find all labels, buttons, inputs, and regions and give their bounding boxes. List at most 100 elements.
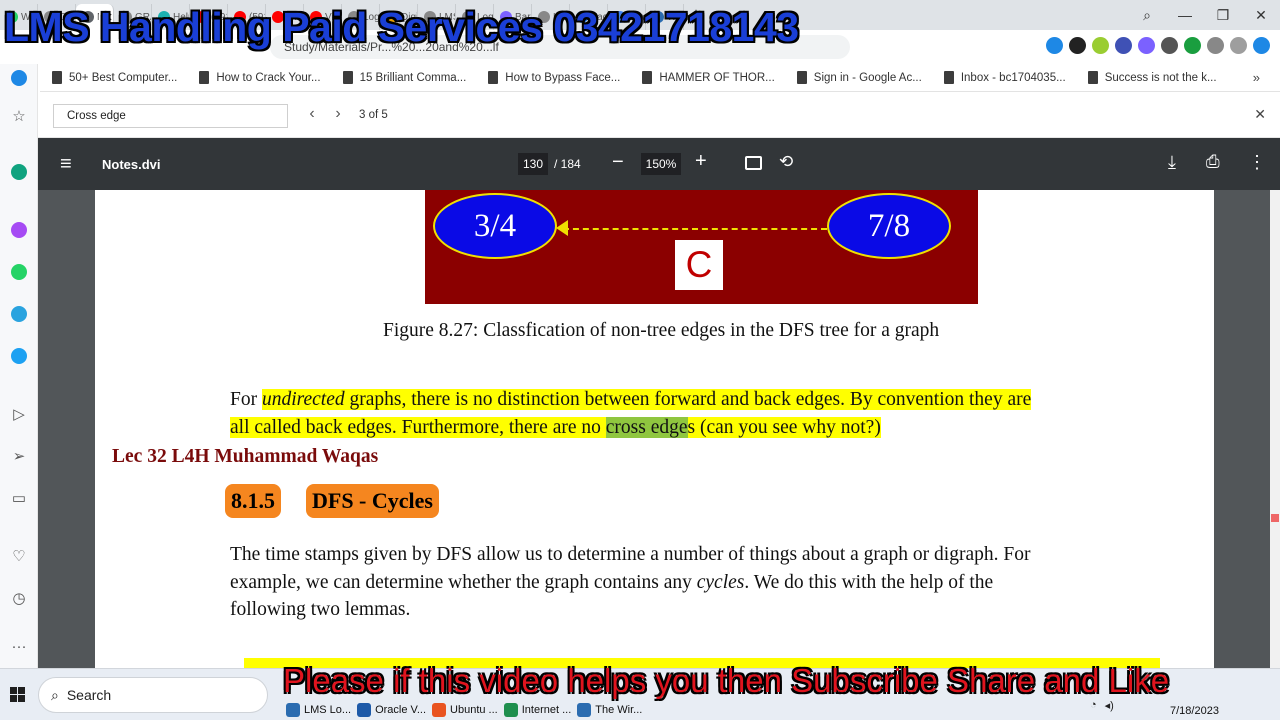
figure-caption: Figure 8.27: Classfication of non-tree e… bbox=[383, 320, 940, 341]
heart-icon[interactable]: ♡ bbox=[9, 546, 29, 566]
taskbar-app[interactable]: Internet ... bbox=[503, 703, 571, 717]
find-previous-button[interactable]: ‹ bbox=[302, 105, 322, 123]
bookmark-list: 50+ Best Computer... How to Crack Your...… bbox=[52, 71, 1217, 84]
wallet-icon[interactable]: ▭ bbox=[9, 488, 29, 508]
taskbar-app[interactable]: The Wir... bbox=[577, 703, 642, 717]
taskbar-apps: LMS Lo... Oracle V... Ubuntu ... Internet .… bbox=[286, 703, 642, 717]
extension-icon[interactable] bbox=[1115, 37, 1132, 54]
pdf-page: 3/4 7/8 C Figure 8.27: Classfication of … bbox=[95, 190, 1214, 668]
dfs-figure: 3/4 7/8 C bbox=[425, 190, 978, 304]
windows-start-icon[interactable] bbox=[10, 687, 25, 702]
text-run: s (can you see why not?) bbox=[687, 416, 881, 438]
paragraph-undirected: For undirected graphs, there is no disti… bbox=[230, 386, 1032, 442]
zoom-out-button[interactable]: − bbox=[612, 151, 624, 174]
minimize-button[interactable]: — bbox=[1166, 7, 1204, 23]
paragraph-line: following two lemmas. bbox=[230, 599, 411, 620]
taskbar-search[interactable]: ⌕ Search bbox=[38, 677, 268, 713]
fit-page-icon[interactable] bbox=[745, 156, 762, 170]
bookmark-label: How to Bypass Face... bbox=[505, 71, 621, 84]
app-icon bbox=[577, 703, 592, 717]
paragraph-line: For undirected graphs, there is no disti… bbox=[230, 386, 1032, 414]
find-input[interactable] bbox=[53, 104, 288, 128]
scroll-thumb[interactable] bbox=[1271, 514, 1279, 522]
extension-icon[interactable] bbox=[1184, 37, 1201, 54]
zoom-input[interactable]: 150% bbox=[641, 153, 681, 175]
zoom-in-button[interactable]: + bbox=[695, 150, 707, 173]
paragraph-line: all called back edges. Furthermore, ther… bbox=[230, 414, 1031, 442]
extension-icon[interactable] bbox=[1069, 37, 1086, 54]
puzzle-icon[interactable] bbox=[1207, 37, 1224, 54]
menu-icon[interactable]: ≡ bbox=[60, 154, 72, 174]
rotate-icon[interactable]: ⟲ bbox=[779, 152, 793, 172]
print-icon[interactable]: ⎙ bbox=[1206, 152, 1220, 172]
bookmark-item[interactable]: Success is not the k... bbox=[1087, 71, 1217, 84]
taskbar-app-label: LMS Lo... bbox=[304, 704, 352, 716]
telegram-icon[interactable] bbox=[9, 304, 29, 324]
find-close-button[interactable]: ✕ bbox=[1254, 106, 1266, 123]
messenger-icon[interactable] bbox=[9, 220, 29, 240]
taskbar-app[interactable]: Ubuntu ... bbox=[432, 703, 498, 717]
bookmark-item[interactable]: 50+ Best Computer... bbox=[52, 71, 177, 84]
page-total: / 184 bbox=[554, 157, 581, 171]
bookmark-label: Sign in - Google Ac... bbox=[813, 71, 922, 84]
find-bar: ‹ › 3 of 5 ✕ bbox=[38, 93, 1280, 138]
window-controls: ⌕ — ❐ ✕ bbox=[1128, 0, 1280, 30]
chatgpt-icon[interactable] bbox=[9, 162, 29, 182]
find-next-button[interactable]: › bbox=[328, 105, 348, 123]
app-icon bbox=[357, 703, 372, 717]
bookmark-label: 15 Brilliant Comma... bbox=[359, 71, 467, 84]
bookmark-item[interactable]: Sign in - Google Ac... bbox=[796, 71, 922, 84]
taskbar-app[interactable]: Oracle V... bbox=[357, 703, 426, 717]
send-icon[interactable]: ➢ bbox=[9, 446, 29, 466]
bookmark-item[interactable]: How to Crack Your... bbox=[199, 71, 321, 84]
find-match-count: 3 of 5 bbox=[359, 109, 388, 121]
history-icon[interactable]: ◷ bbox=[9, 588, 29, 608]
page-icon bbox=[52, 71, 62, 84]
app-icon bbox=[286, 703, 300, 717]
pdf-viewer[interactable]: 3/4 7/8 C Figure 8.27: Classfication of … bbox=[38, 190, 1280, 668]
bookmark-item[interactable]: HAMMER OF THOR... bbox=[642, 71, 775, 84]
taskbar-app[interactable]: LMS Lo... bbox=[286, 703, 351, 717]
text-run: cycles bbox=[696, 571, 745, 593]
text-run: . We do this with the help of the bbox=[744, 571, 994, 593]
bookmark-label: Success is not the k... bbox=[1104, 71, 1217, 84]
download-icon[interactable] bbox=[1253, 37, 1270, 54]
sidebar-app-icon[interactable] bbox=[9, 68, 29, 88]
profile-avatar[interactable] bbox=[1230, 37, 1247, 54]
extension-icon[interactable] bbox=[1161, 37, 1178, 54]
vertical-scrollbar[interactable] bbox=[1270, 190, 1280, 668]
page-number-input[interactable]: 130 bbox=[518, 153, 548, 175]
cross-edge-line bbox=[563, 228, 827, 230]
bookmark-item[interactable]: How to Bypass Face... bbox=[488, 71, 620, 84]
page-icon bbox=[1087, 71, 1098, 84]
whatsapp-icon[interactable] bbox=[9, 262, 29, 282]
taskbar-app-label: Ubuntu ... bbox=[450, 704, 498, 716]
arrow-head-icon bbox=[556, 220, 568, 236]
bookmarks-overflow-button[interactable]: » bbox=[1253, 70, 1260, 85]
page-icon bbox=[642, 71, 653, 84]
more-icon[interactable]: ··· bbox=[9, 636, 29, 656]
restore-button[interactable]: ❐ bbox=[1204, 7, 1242, 24]
tab-search-icon[interactable]: ⌕ bbox=[1128, 7, 1166, 24]
extension-icon[interactable] bbox=[1046, 37, 1063, 54]
extension-icon[interactable] bbox=[1092, 37, 1109, 54]
close-window-button[interactable]: ✕ bbox=[1242, 7, 1280, 24]
promo-banner-bottom: Please if this video helps you then Subs… bbox=[283, 662, 1170, 699]
volume-icon[interactable]: ◂) bbox=[1105, 699, 1114, 712]
favorites-icon[interactable]: ☆ bbox=[9, 106, 29, 126]
twitter-icon[interactable] bbox=[9, 346, 29, 366]
paragraph-line: The time stamps given by DFS allow us to… bbox=[230, 544, 1031, 565]
section-title: DFS - Cycles bbox=[306, 484, 439, 518]
bookmark-item[interactable]: 15 Brilliant Comma... bbox=[342, 71, 467, 84]
bookmark-item[interactable]: Inbox - bc1704035... bbox=[943, 71, 1066, 84]
promo-banner-top: LMS Handling Paid Services 03421718143 bbox=[4, 4, 799, 50]
player-icon[interactable]: ▷ bbox=[9, 404, 29, 424]
search-match: cross edge bbox=[605, 416, 688, 438]
extension-icon[interactable] bbox=[1138, 37, 1155, 54]
page-icon bbox=[342, 71, 353, 84]
more-actions-icon[interactable]: ⋮ bbox=[1248, 152, 1266, 173]
taskbar-clock[interactable]: 7/18/2023 bbox=[1170, 705, 1219, 717]
app-icon bbox=[432, 703, 447, 717]
wifi-icon[interactable]: ◔ bbox=[1090, 699, 1097, 712]
download-icon[interactable]: ⤓ bbox=[1168, 152, 1176, 173]
